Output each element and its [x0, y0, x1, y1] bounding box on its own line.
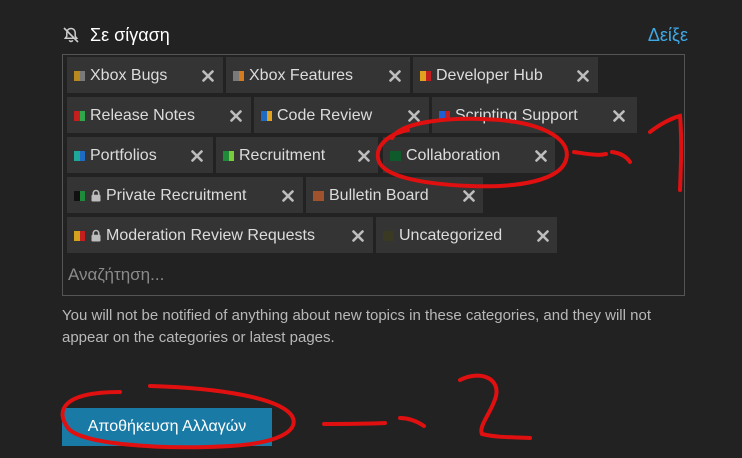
remove-icon[interactable] — [537, 230, 549, 242]
remove-icon[interactable] — [352, 230, 364, 242]
category-color-badge — [390, 151, 401, 161]
category-chip-label: Moderation Review Requests — [106, 227, 315, 244]
muted-header: Σε σίγαση Δείξε — [62, 24, 688, 48]
category-chip-label: Recruitment — [239, 147, 326, 164]
color-stripe-b — [228, 151, 234, 161]
category-chip-bulletin-board: Bulletin Board — [306, 177, 483, 213]
color-stripe-b — [79, 231, 85, 241]
category-search-input[interactable] — [68, 265, 468, 285]
annotation-arrow-2 — [322, 416, 426, 428]
color-stripe-b — [79, 151, 85, 161]
remove-icon[interactable] — [613, 110, 625, 122]
annotation-number-2 — [458, 373, 532, 440]
color-stripe-b — [79, 191, 85, 201]
remove-icon[interactable] — [408, 110, 420, 122]
category-chip-label: Collaboration — [406, 147, 501, 164]
color-stripe-b — [318, 191, 324, 201]
category-color-badge — [439, 111, 450, 121]
category-chip-moderation-review-requests: Moderation Review Requests — [67, 217, 373, 253]
category-color-badge — [233, 71, 244, 81]
category-chip-private-recruitment: Private Recruitment — [67, 177, 303, 213]
category-chip-xbox-bugs: Xbox Bugs — [67, 57, 223, 93]
color-stripe-b — [444, 111, 450, 121]
lock-icon — [91, 229, 101, 242]
remove-icon[interactable] — [389, 70, 401, 82]
category-chip-code-review: Code Review — [254, 97, 429, 133]
muted-help-text: You will not be notified of anything abo… — [62, 307, 651, 346]
category-chip-label: Bulletin Board — [329, 187, 429, 204]
remove-icon[interactable] — [202, 70, 214, 82]
category-chip-portfolios: Portfolios — [67, 137, 213, 173]
category-chip-label: Xbox Features — [249, 67, 354, 84]
color-stripe-b — [79, 71, 85, 81]
remove-icon[interactable] — [577, 70, 589, 82]
muted-title: Σε σίγαση — [90, 25, 170, 45]
save-changes-button[interactable]: Αποθήκευση Αλλαγών — [62, 408, 272, 446]
lock-icon — [91, 189, 101, 202]
category-chip-recruitment: Recruitment — [216, 137, 378, 173]
category-chip-label: Portfolios — [90, 147, 157, 164]
category-color-badge — [420, 71, 431, 81]
color-stripe-b — [266, 111, 272, 121]
color-stripe-b — [395, 151, 401, 161]
category-color-badge — [74, 71, 85, 81]
remove-icon[interactable] — [230, 110, 242, 122]
category-chip-label: Uncategorized — [399, 227, 503, 244]
bell-slash-icon — [63, 27, 79, 43]
category-color-badge — [74, 191, 85, 201]
remove-icon[interactable] — [463, 190, 475, 202]
category-color-badge — [261, 111, 272, 121]
category-color-badge — [313, 191, 324, 201]
category-chip-label: Release Notes — [90, 107, 195, 124]
remove-icon[interactable] — [282, 190, 294, 202]
color-stripe-b — [425, 71, 431, 81]
category-chip-developer-hub: Developer Hub — [413, 57, 598, 93]
remove-icon[interactable] — [191, 150, 203, 162]
category-chip-uncategorized: Uncategorized — [376, 217, 557, 253]
color-stripe-b — [238, 71, 244, 81]
category-chip-collaboration: Collaboration — [383, 137, 555, 173]
remove-icon[interactable] — [358, 150, 370, 162]
category-chip-label: Private Recruitment — [106, 187, 247, 204]
show-link[interactable]: Δείξε — [648, 25, 688, 46]
color-stripe-b — [388, 231, 394, 241]
remove-icon[interactable] — [535, 150, 547, 162]
category-color-badge — [223, 151, 234, 161]
category-chip-label: Xbox Bugs — [90, 67, 168, 84]
category-chip-scripting-support: Scripting Support — [432, 97, 637, 133]
category-color-badge — [74, 231, 85, 241]
category-chip-label: Code Review — [277, 107, 373, 124]
category-chip-label: Scripting Support — [455, 107, 578, 124]
category-chip-label: Developer Hub — [436, 67, 543, 84]
category-color-badge — [74, 111, 85, 121]
category-chip-xbox-features: Xbox Features — [226, 57, 410, 93]
category-color-badge — [383, 231, 394, 241]
category-color-badge — [74, 151, 85, 161]
color-stripe-b — [79, 111, 85, 121]
category-chip-release-notes: Release Notes — [67, 97, 251, 133]
